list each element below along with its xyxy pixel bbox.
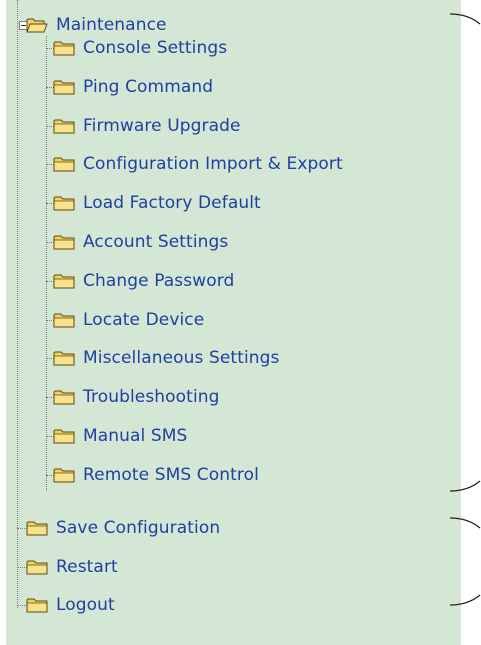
tree-node-label[interactable]: Logout (56, 595, 115, 615)
folder-icon (53, 273, 75, 289)
folder-icon (53, 40, 75, 56)
folder-icon (53, 195, 75, 211)
tree-node-label[interactable]: Miscellaneous Settings (83, 348, 280, 368)
tree-node[interactable]: Firmware Upgrade (53, 111, 241, 141)
tree-node[interactable]: Manual SMS (53, 421, 187, 451)
tree-node-label[interactable]: Save Configuration (56, 518, 220, 538)
tree-node-label[interactable]: Ping Command (83, 77, 213, 97)
tree-node-label[interactable]: Troubleshooting (83, 387, 220, 407)
tree-node[interactable]: Account Settings (53, 227, 228, 257)
tree-node[interactable]: Locate Device (53, 305, 204, 335)
folder-icon (26, 559, 48, 575)
bracket-mark (450, 480, 481, 492)
tree-node-label[interactable]: Load Factory Default (83, 193, 261, 213)
folder-icon (53, 350, 75, 366)
folder-icon (53, 428, 75, 444)
tree-node[interactable]: Save Configuration (26, 513, 220, 543)
tree-node[interactable]: Restart (26, 552, 118, 582)
folder-icon (53, 312, 75, 328)
folder-icon (53, 79, 75, 95)
tree-node[interactable]: Console Settings (53, 33, 227, 63)
tree-node-label[interactable]: Remote SMS Control (83, 465, 259, 485)
bracket-mark (450, 594, 481, 606)
folder-icon (53, 118, 75, 134)
folder-icon (53, 389, 75, 405)
folder-icon (53, 467, 75, 483)
bracket-mark (450, 13, 481, 25)
tree-node-label[interactable]: Locate Device (83, 310, 204, 330)
tree-node-label[interactable]: Manual SMS (83, 426, 187, 446)
folder-icon (53, 156, 75, 172)
tree-node-label[interactable]: Restart (56, 557, 118, 577)
tree-guide-line (17, 0, 18, 608)
folder-icon (26, 520, 48, 536)
tree-node[interactable]: Change Password (53, 266, 234, 296)
navigation-tree-panel: Maintenance Console Settings Ping Command… (6, 0, 461, 645)
tree-node-label[interactable]: Console Settings (83, 38, 227, 58)
tree-guide-line (46, 36, 47, 491)
folder-icon (26, 597, 48, 613)
bracket-mark (450, 517, 481, 529)
tree-node[interactable]: Ping Command (53, 72, 213, 102)
tree-node[interactable]: Remote SMS Control (53, 460, 259, 490)
tree-node-label[interactable]: Account Settings (83, 232, 228, 252)
open-folder-icon (26, 17, 48, 33)
tree-node-label[interactable]: Configuration Import & Export (83, 154, 343, 174)
tree-node[interactable]: Load Factory Default (53, 188, 261, 218)
folder-icon (53, 234, 75, 250)
tree-node[interactable]: Miscellaneous Settings (53, 343, 280, 373)
tree-node[interactable]: Logout (26, 590, 115, 620)
tree-node[interactable]: Configuration Import & Export (53, 149, 343, 179)
tree-node[interactable]: Troubleshooting (53, 382, 220, 412)
tree-node-label[interactable]: Change Password (83, 271, 234, 291)
tree-node-label[interactable]: Firmware Upgrade (83, 116, 241, 136)
tree-node-label[interactable]: Maintenance (56, 15, 167, 35)
